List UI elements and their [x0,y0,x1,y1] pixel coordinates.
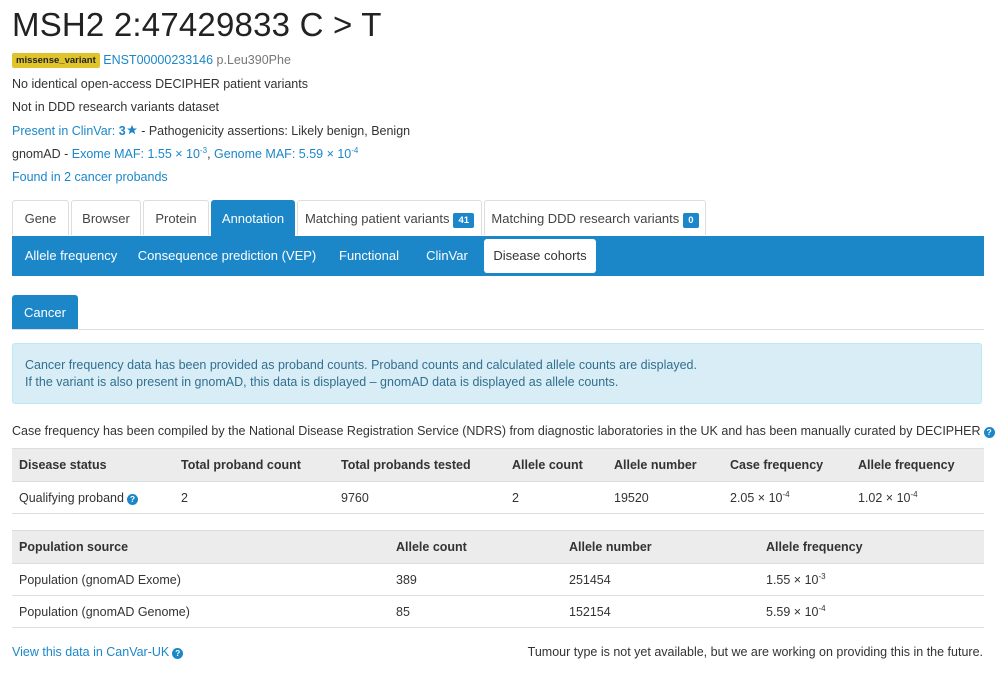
annotation-subnav: Allele frequency Consequence prediction … [12,236,984,276]
gnomad-exome-exponent: -3 [199,146,208,155]
case-frequency-value: 2.05 × 10 [730,490,783,505]
consequence-badge: missense_variant [12,53,100,68]
allele-frequency-exponent: -4 [818,603,826,613]
no-identical-text: No identical open-access DECIPHER patien… [12,77,308,91]
cell-allele-number: 251454 [562,563,759,596]
help-icon[interactable]: ? [172,648,184,659]
col-allele-frequency: Allele frequency [851,448,984,482]
subtab-clinvar[interactable]: ClinVar [416,239,478,273]
info-alert: Cancer frequency data has been provided … [12,343,982,404]
allele-frequency-value: 1.55 × 10 [766,572,819,587]
case-frequency-text: Case frequency has been compiled by the … [12,424,981,438]
tab-matching-patient-variants[interactable]: Matching patient variants 41 [297,200,482,235]
canvar-link-row: View this data in CanVar-UK? [12,645,184,659]
table-header-row: Population source Allele count Allele nu… [12,530,984,564]
protein-change: p.Leu390Phe [216,53,291,67]
col-case-frequency: Case frequency [723,448,851,482]
cell-allele-frequency: 1.02 × 10-4 [851,481,984,514]
transcript-link[interactable]: ENST00000233146 [103,53,213,67]
star-icon [126,124,138,136]
gnomad-genome-exponent: -4 [351,146,359,155]
help-icon[interactable]: ? [126,493,138,505]
qualifying-proband-label: Qualifying proband [19,490,124,505]
col-total-probands-tested: Total probands tested [334,448,505,482]
clinvar-line: Present in ClinVar: 3 - Pathogenicity as… [12,124,410,138]
clinvar-link[interactable]: Present in ClinVar: [12,124,115,138]
col-population-source: Population source [12,530,389,564]
gnomad-separator: , [207,147,215,161]
info-line-1: Cancer frequency data has been provided … [25,358,697,372]
gnomad-line: gnomAD - Exome MAF: 1.55 × 10-3, Genome … [12,146,359,162]
cell-allele-count: 389 [389,563,562,596]
tab-matching-ddd-variants[interactable]: Matching DDD research variants 0 [484,200,706,235]
tumour-type-note: Tumour type is not yet available, but we… [527,645,983,659]
cell-allele-count: 85 [389,595,562,628]
population-table: Population source Allele count Allele nu… [12,530,984,628]
gnomad-label: gnomAD - [12,147,72,161]
case-frequency-exponent: -4 [782,489,790,499]
tab-browser[interactable]: Browser [71,200,141,235]
allele-frequency-value: 1.02 × 10 [858,490,911,505]
cell-population-source: Population (gnomAD Exome) [12,563,389,596]
col-disease-status: Disease status [12,448,174,482]
subtab-disease-cohorts[interactable]: Disease cohorts [484,239,596,273]
table-header-row: Disease status Total proband count Total… [12,448,984,482]
cell-disease-status: Qualifying proband? [12,481,174,514]
main-tabs: Gene Browser Protein Annotation Matching… [12,200,984,236]
tab-matching-patient-label: Matching patient variants [304,211,450,226]
cell-population-source: Population (gnomAD Genome) [12,595,389,628]
gnomad-exome-value: Exome MAF: 1.55 × 10 [71,147,200,161]
tab-cancer[interactable]: Cancer [12,295,78,330]
cancer-probands-link[interactable]: Found in 2 cancer probands [12,170,168,184]
divider [12,329,984,330]
table-row: Population (gnomAD Genome) 85 152154 5.5… [12,595,984,628]
tab-gene[interactable]: Gene [12,200,69,235]
gnomad-genome-link[interactable]: Genome MAF: 5.59 × 10-4 [214,146,359,162]
subtab-allele-frequency[interactable]: Allele frequency [16,239,126,273]
cell-allele-number: 152154 [562,595,759,628]
cell-allele-frequency: 1.55 × 10-3 [759,563,984,596]
cell-probands-tested: 9760 [334,481,505,514]
canvar-link[interactable]: View this data in CanVar-UK [12,645,169,659]
tab-matching-ddd-label: Matching DDD research variants [491,211,680,226]
clinvar-stars-link[interactable]: 3 [119,124,138,138]
gnomad-genome-value: Genome MAF: 5.59 × 10 [214,147,352,161]
col-allele-count: Allele count [389,530,562,564]
allele-frequency-value: 5.59 × 10 [766,604,819,619]
case-frequency-note: Case frequency has been compiled by the … [12,424,995,438]
tab-protein[interactable]: Protein [143,200,209,235]
matching-patient-count-badge: 41 [453,213,475,228]
col-allele-count: Allele count [505,448,607,482]
info-line-2: If the variant is also present in gnomAD… [25,375,619,389]
gnomad-exome-link[interactable]: Exome MAF: 1.55 × 10-3 [71,146,208,162]
col-allele-frequency: Allele frequency [759,530,984,564]
col-allele-number: Allele number [607,448,723,482]
cell-proband-count: 2 [174,481,334,514]
table-row: Population (gnomAD Exome) 389 251454 1.5… [12,563,984,596]
cell-allele-number: 19520 [607,481,723,514]
not-in-ddd-text: Not in DDD research variants dataset [12,100,220,114]
table-row: Qualifying proband? 2 9760 2 19520 2.05 … [12,481,984,514]
subtab-functional[interactable]: Functional [330,239,408,273]
col-total-proband-count: Total proband count [174,448,334,482]
disease-cohort-table: Disease status Total proband count Total… [12,448,984,514]
clinvar-assertions: - Pathogenicity assertions: Likely benig… [137,124,411,138]
matching-ddd-count-badge: 0 [683,213,699,228]
allele-frequency-exponent: -4 [910,489,918,499]
cell-allele-frequency: 5.59 × 10-4 [759,595,984,628]
clinvar-star-count: 3 [118,124,126,138]
allele-frequency-exponent: -3 [818,571,826,581]
page-title: MSH2 2:47429833 C > T [12,6,382,43]
subtab-consequence-prediction[interactable]: Consequence prediction (VEP) [134,239,320,273]
tab-annotation[interactable]: Annotation [211,200,295,236]
col-allele-number: Allele number [562,530,759,564]
help-icon[interactable]: ? [983,427,995,438]
cell-allele-count: 2 [505,481,607,514]
cell-case-frequency: 2.05 × 10-4 [723,481,851,514]
variant-summary: missense_variant ENST00000233146 p.Leu39… [12,53,291,68]
